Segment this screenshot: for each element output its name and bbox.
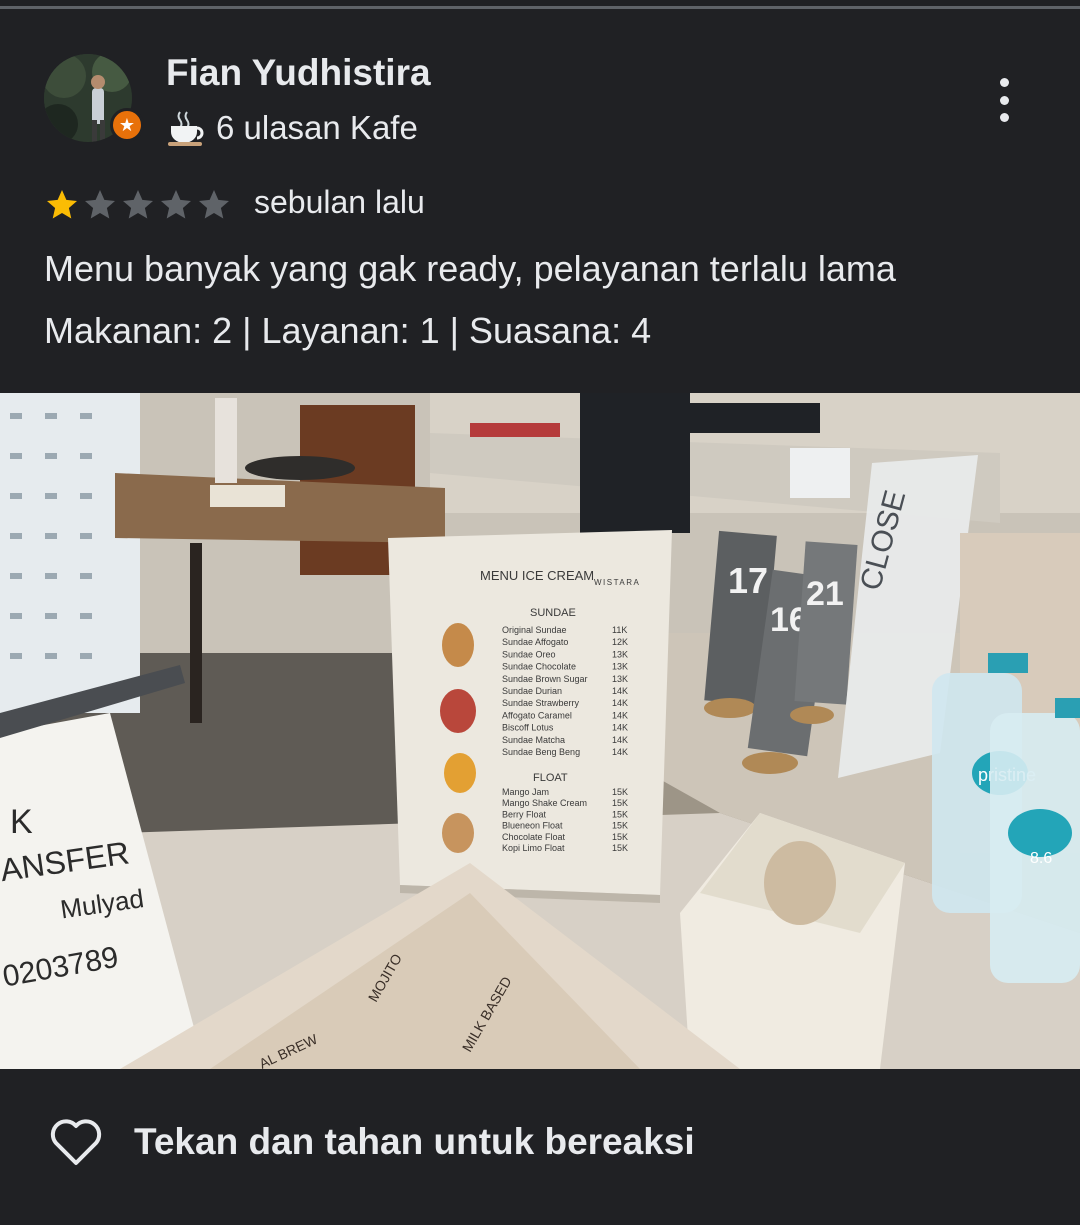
more-dot-icon xyxy=(999,113,1009,122)
float-item-name: Kopi Limo Float xyxy=(502,843,565,853)
sundae-item-price: 14K xyxy=(612,686,628,696)
react-label: Tekan dan tahan untuk bereaksi xyxy=(134,1121,695,1162)
coffee-cup-icon xyxy=(168,111,204,146)
sundae-item-name: Sundae Oreo xyxy=(502,649,556,659)
sub-ratings: Makanan: 2 | Layanan: 1 | Suasana: 4 xyxy=(44,310,652,351)
review-text: Menu banyak yang gak ready, pelayanan te… xyxy=(44,248,896,289)
table-number-17: 17 xyxy=(728,560,768,601)
sundae-item-price: 14K xyxy=(612,747,628,757)
float-item-name: Mango Jam xyxy=(502,787,549,797)
sundae-item-name: Sundae Chocolate xyxy=(502,662,576,672)
menu-section-float: FLOAT xyxy=(533,772,568,784)
sundae-item-name: Affogato Caramel xyxy=(502,710,572,720)
sundae-item-name: Sundae Strawberry xyxy=(502,698,580,708)
sundae-item-price: 13K xyxy=(612,662,628,672)
reviewer-meta: 6 ulasan Kafe xyxy=(166,108,418,148)
sundae-item-name: Original Sundae xyxy=(502,625,567,635)
table-number-21: 21 xyxy=(806,575,844,613)
top-divider xyxy=(0,6,1080,9)
note-line-1: K xyxy=(10,803,33,841)
sundae-item-price: 14K xyxy=(612,710,628,720)
float-item-price: 15K xyxy=(612,809,628,819)
star-badge-icon: ★ xyxy=(110,108,144,142)
menu-section-sundae: SUNDAE xyxy=(530,607,576,619)
review-date: sebulan lalu xyxy=(254,184,425,220)
float-item-name: Berry Float xyxy=(502,809,547,819)
float-item-price: 15K xyxy=(612,787,628,797)
float-item-price: 15K xyxy=(612,798,628,808)
more-dot-icon xyxy=(999,95,1009,105)
sundae-item-price: 13K xyxy=(612,649,628,659)
float-item-name: Blueneon Float xyxy=(502,821,563,831)
heart-icon xyxy=(50,1119,102,1165)
sundae-item-name: Biscoff Lotus xyxy=(502,723,554,733)
star-empty-icon xyxy=(199,190,229,219)
sundae-item-name: Sundae Brown Sugar xyxy=(502,674,588,684)
sundae-item-price: 14K xyxy=(612,723,628,733)
float-item-name: Mango Shake Cream xyxy=(502,798,587,808)
sundae-item-name: Sundae Matcha xyxy=(502,735,565,745)
star-rating xyxy=(44,187,232,223)
react-button[interactable]: Tekan dan tahan untuk bereaksi xyxy=(48,1116,695,1168)
menu-header-text: MENU ICE CREAM xyxy=(480,568,594,583)
sundae-item-name: Sundae Durian xyxy=(502,686,562,696)
star-empty-icon xyxy=(123,190,153,219)
sundae-item-price: 14K xyxy=(612,698,628,708)
sundae-item-price: 11K xyxy=(612,625,627,635)
star-filled-icon xyxy=(47,190,77,219)
bottle-sub-label: 8.6 xyxy=(1030,850,1052,867)
star-empty-icon xyxy=(161,190,191,219)
sundae-item-price: 14K xyxy=(612,735,628,745)
float-item-price: 15K xyxy=(612,821,628,831)
sundae-item-name: Sundae Beng Beng xyxy=(502,747,580,757)
sundae-item-name: Sundae Affogato xyxy=(502,637,568,647)
reviews-count: 6 ulasan Kafe xyxy=(216,109,418,146)
reviewer-name[interactable]: Fian Yudhistira xyxy=(166,52,431,94)
float-item-price: 15K xyxy=(612,832,628,842)
sundae-item-price: 13K xyxy=(612,674,628,684)
float-item-name: Chocolate Float xyxy=(502,832,566,842)
float-item-price: 15K xyxy=(612,843,628,853)
more-dot-icon xyxy=(999,78,1009,87)
star-empty-icon xyxy=(85,190,115,219)
review-photo[interactable]: MENU ICE CREAM WISTARA SUNDAE Original S… xyxy=(0,393,1080,1069)
more-options-button[interactable] xyxy=(984,74,1024,126)
menu-brand-text: WISTARA xyxy=(594,578,640,587)
sundae-item-price: 12K xyxy=(612,637,628,647)
